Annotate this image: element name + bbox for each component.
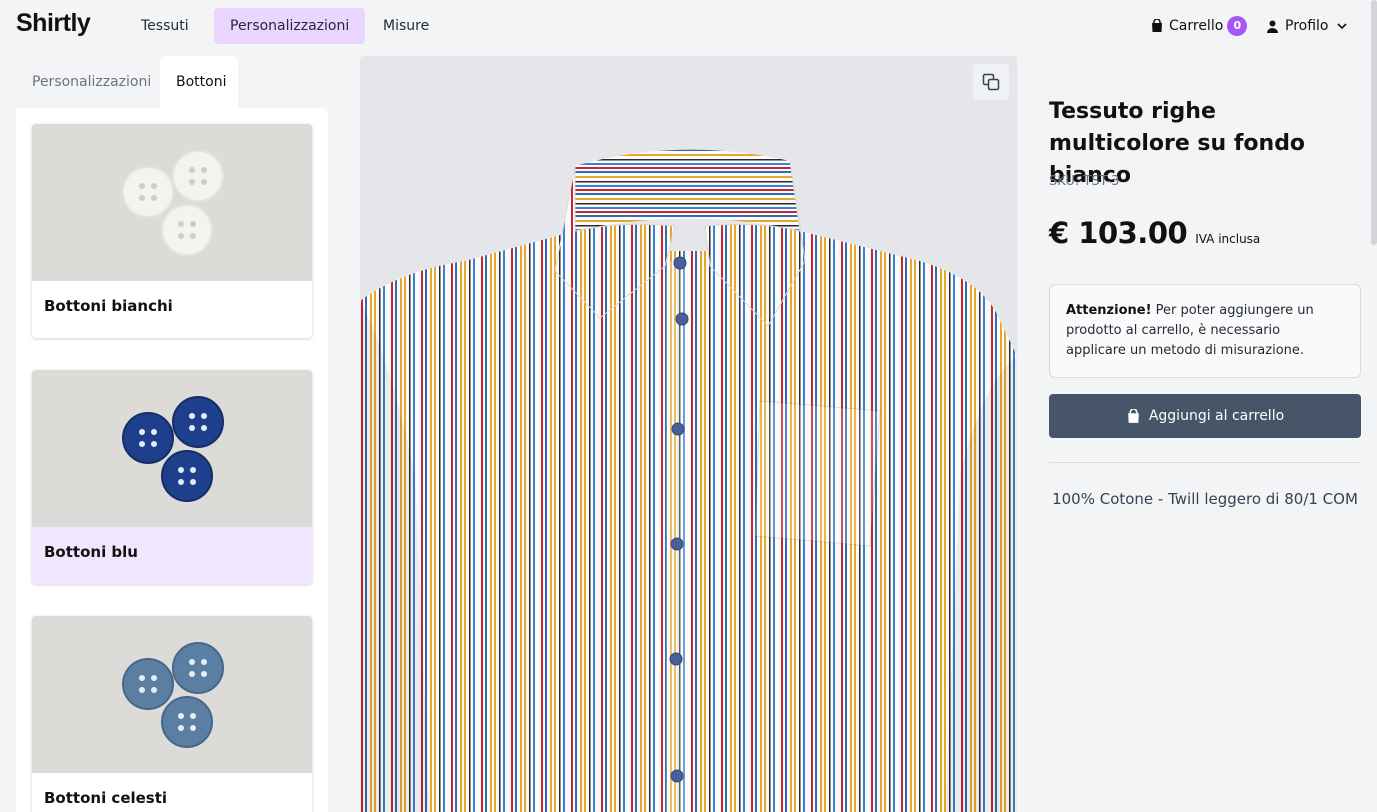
option-thumbnail [32,370,312,527]
option-card-bottoni-celesti[interactable]: Bottoni celesti [32,616,312,812]
copy-view-icon [982,73,1000,91]
profile-menu[interactable]: Profilo [1266,14,1348,38]
vat-note: IVA inclusa [1195,232,1261,246]
option-label: Bottoni bianchi [44,297,173,315]
option-label: Bottoni blu [32,527,312,584]
user-icon [1267,20,1278,33]
view-toggle-button[interactable] [973,64,1009,100]
button-options-panel: Bottoni bianchi Bottoni blu Bottoni cele… [16,108,328,812]
white-buttons-image [122,150,224,256]
shopping-bag-icon [1127,408,1139,423]
alert-title: Attenzione! [1066,303,1152,318]
profile-label: Profilo [1285,18,1329,34]
tab-personalizzazioni[interactable]: Personalizzazioni [16,56,167,108]
add-to-cart-button[interactable]: Aggiungi al carrello [1049,394,1361,438]
fabric-description: 100% Cotone - Twill leggero di 80/1 COM [1052,490,1358,508]
page-scrollbar[interactable] [1371,0,1377,245]
shopping-bag-icon [1152,19,1162,32]
shirt-render [360,149,1017,812]
add-to-cart-label: Aggiungi al carrello [1148,408,1285,424]
option-card-bottoni-bianchi[interactable]: Bottoni bianchi [32,124,312,338]
divider [1049,462,1361,463]
option-thumbnail [32,124,312,281]
cart-link[interactable]: Carrello 0 [1150,14,1248,38]
blue-buttons-image [122,396,224,502]
brand-logo[interactable]: Shirtly [16,9,91,38]
price-amount: € 103.00 [1049,216,1188,250]
option-label: Bottoni celesti [44,789,168,807]
nav-link-misure[interactable]: Misure [367,8,445,44]
nav-link-tessuti[interactable]: Tessuti [125,8,205,44]
option-thumbnail [32,616,312,773]
chevron-down-icon [1337,23,1348,30]
product-sku: SKU: TST-3 [1049,174,1120,189]
tab-bottoni[interactable]: Bottoni [160,56,238,108]
option-card-bottoni-blu[interactable]: Bottoni blu [32,370,312,584]
light-blue-buttons-image [122,642,224,748]
cart-label: Carrello [1169,18,1224,34]
cart-count-badge: 0 [1227,16,1248,36]
measurement-alert: Attenzione! Per poter aggiungere un prod… [1049,284,1361,378]
top-navbar: Shirtly Tessuti Personalizzazioni Misure… [0,0,1377,52]
nav-link-personalizzazioni[interactable]: Personalizzazioni [214,8,366,44]
product-price: € 103.00 IVA inclusa [1049,216,1260,250]
shirt-3d-viewer[interactable] [360,56,1017,812]
